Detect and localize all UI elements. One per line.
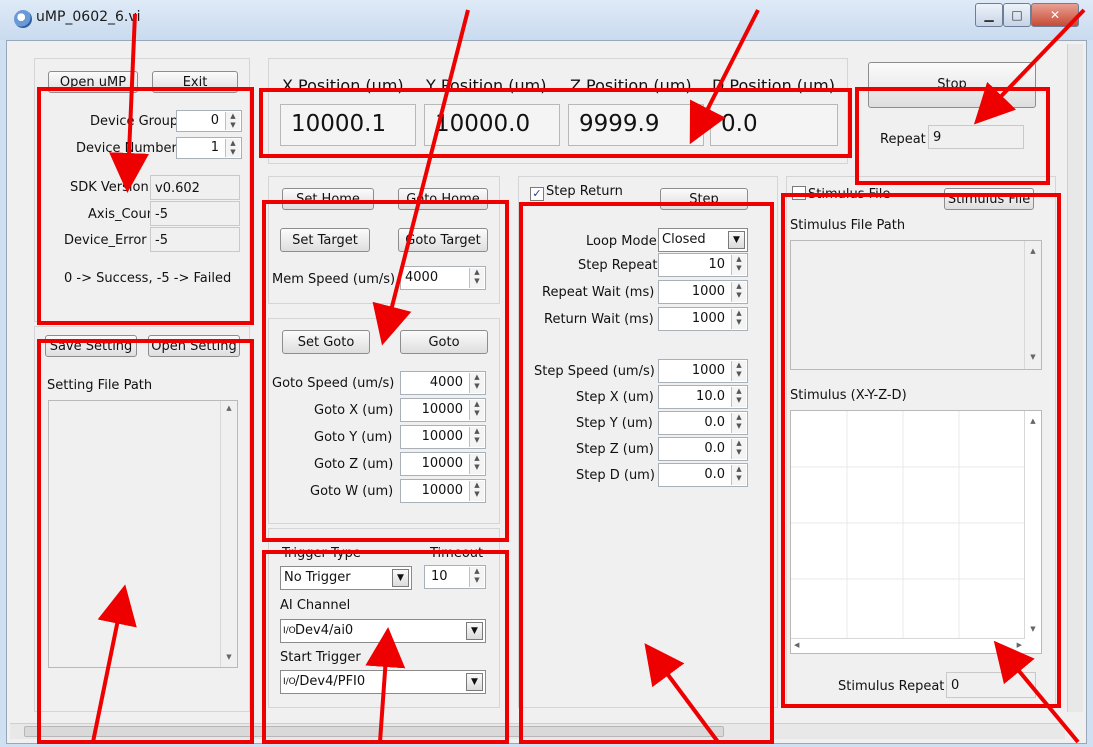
arrow-to-home-goto: [372, 9, 470, 346]
annotation-arrows: [91, 8, 1086, 744]
arrow-to-device: [109, 13, 150, 193]
arrow-to-stimulus: [993, 640, 1080, 744]
arrow-to-stop: [973, 8, 1086, 125]
arrow-to-settings: [91, 584, 137, 743]
arrow-to-step: [644, 643, 720, 744]
arrow-to-trigger: [365, 627, 406, 743]
arrow-to-position: [689, 9, 760, 145]
